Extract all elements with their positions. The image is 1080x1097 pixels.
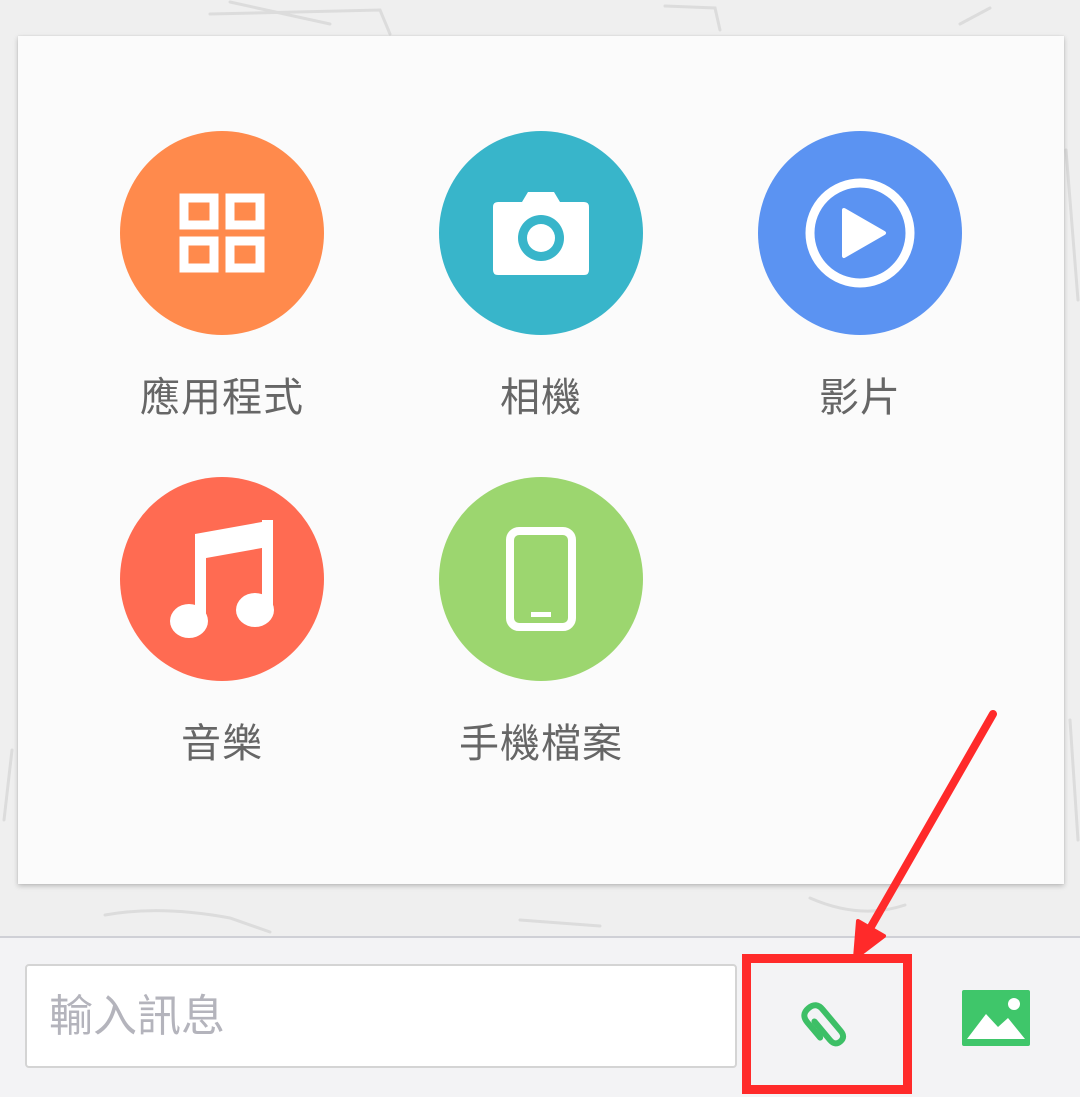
music-note-icon [170, 520, 274, 638]
phone-files-circle [439, 477, 643, 681]
music-circle [120, 477, 324, 681]
image-icon [962, 990, 1030, 1046]
message-composer [0, 936, 1080, 1097]
apps-circle [120, 131, 324, 335]
camera-circle [439, 131, 643, 335]
menu-item-camera[interactable]: 相機 [391, 131, 691, 451]
menu-item-phone-files[interactable]: 手機檔案 [391, 477, 691, 797]
video-circle [758, 131, 962, 335]
attachment-menu: 應用程式 相機 影片 音樂 手機檔案 [18, 36, 1064, 884]
grid-icon [179, 193, 265, 273]
image-button[interactable] [956, 986, 1036, 1050]
paperclip-icon [801, 1002, 847, 1047]
menu-item-label: 音樂 [181, 721, 263, 767]
menu-item-apps[interactable]: 應用程式 [72, 131, 372, 451]
menu-item-label: 影片 [819, 375, 901, 421]
menu-item-video[interactable]: 影片 [710, 131, 1010, 451]
message-input[interactable] [25, 964, 737, 1068]
menu-item-label: 相機 [500, 375, 582, 421]
menu-item-music[interactable]: 音樂 [72, 477, 372, 797]
camera-icon [493, 192, 589, 275]
menu-item-label: 應用程式 [140, 375, 304, 421]
smartphone-icon [506, 527, 576, 631]
menu-item-label: 手機檔案 [459, 721, 623, 767]
attach-button[interactable] [742, 954, 912, 1094]
play-icon [805, 178, 915, 288]
